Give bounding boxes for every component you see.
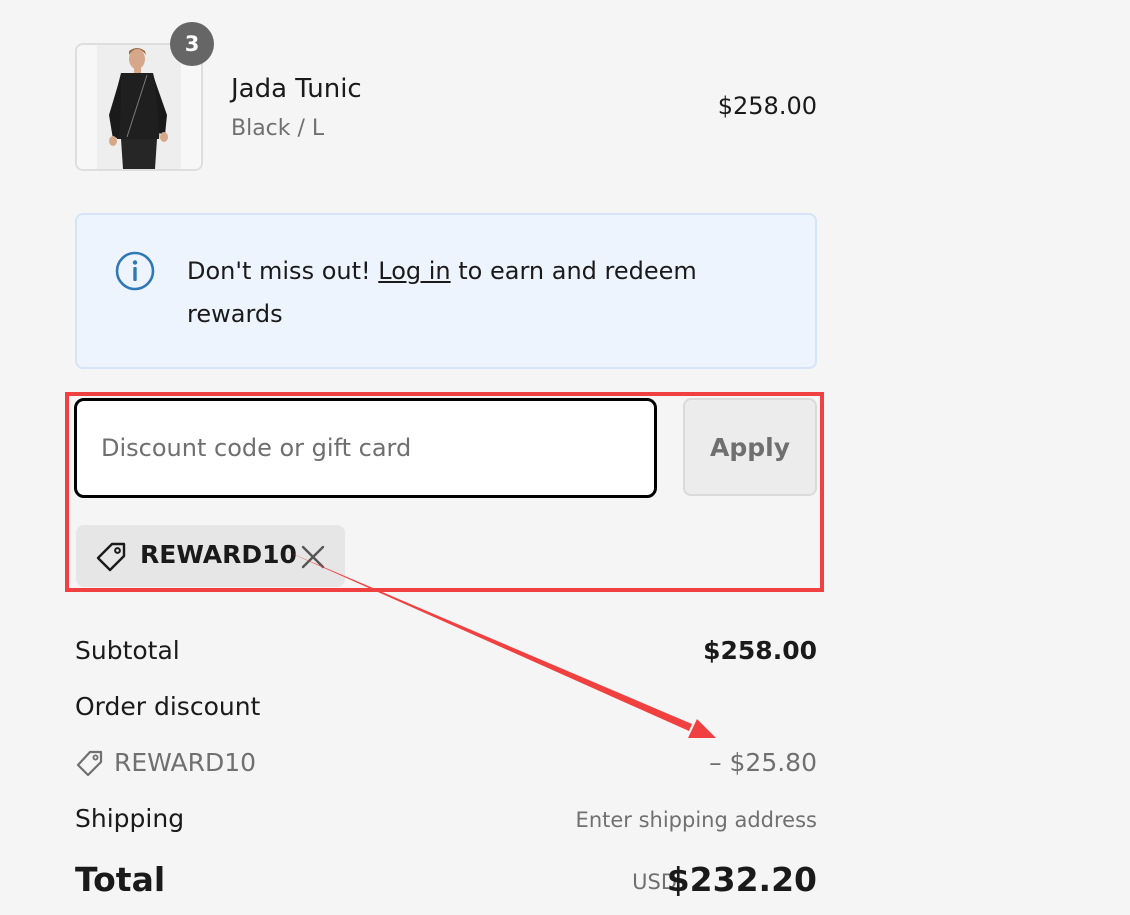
discount-code-input[interactable] bbox=[74, 398, 657, 498]
shipping-value: Enter shipping address bbox=[575, 808, 817, 832]
applied-discount-code: REWARD10 bbox=[140, 540, 297, 569]
discount-amount: – $25.80 bbox=[709, 748, 817, 777]
product-name: Jada Tunic bbox=[231, 74, 362, 104]
shipping-label: Shipping bbox=[75, 804, 185, 833]
total-label: Total bbox=[75, 860, 166, 899]
quantity-badge: 3 bbox=[170, 22, 214, 66]
remove-discount-icon[interactable] bbox=[298, 540, 328, 574]
rewards-text-start: Don't miss out! bbox=[187, 257, 379, 285]
subtotal-label: Subtotal bbox=[75, 636, 180, 665]
order-discount-label: Order discount bbox=[75, 692, 261, 721]
discount-code-line: REWARD10 bbox=[114, 748, 257, 777]
total-value: $232.20 bbox=[666, 860, 817, 899]
rewards-message: Don't miss out! Log in to earn and redee… bbox=[187, 250, 767, 336]
product-variant: Black / L bbox=[231, 116, 325, 141]
tag-icon bbox=[96, 542, 126, 572]
arrow-head bbox=[688, 719, 716, 738]
discount-tag-icon bbox=[76, 750, 103, 777]
login-link[interactable]: Log in bbox=[378, 257, 450, 285]
apply-button[interactable]: Apply bbox=[683, 398, 817, 496]
info-icon bbox=[115, 251, 155, 291]
product-price: $258.00 bbox=[717, 92, 817, 120]
subtotal-value: $258.00 bbox=[703, 636, 817, 665]
